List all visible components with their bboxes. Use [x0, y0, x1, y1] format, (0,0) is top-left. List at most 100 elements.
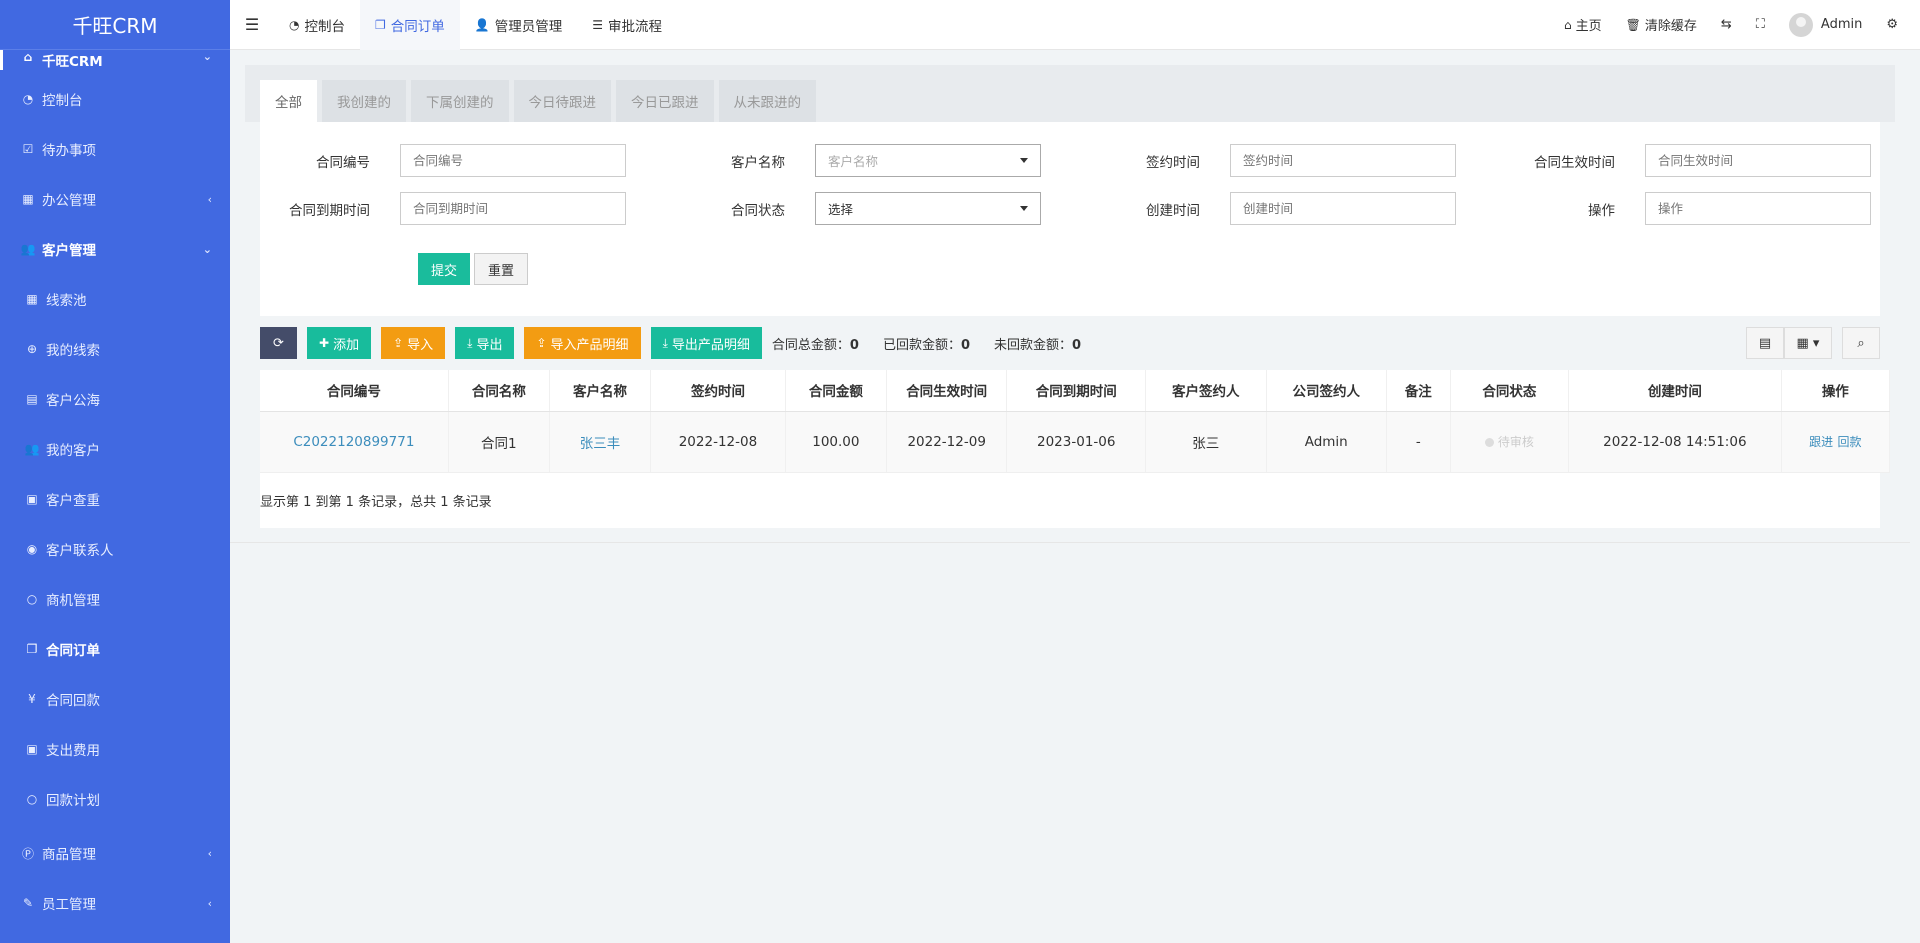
- remark-cell: -: [1386, 411, 1451, 473]
- users-icon: 👥: [20, 242, 36, 256]
- sidebar-item-products[interactable]: Ⓟ 商品管理 ‹: [0, 828, 230, 878]
- chevron-left-icon: ‹: [207, 896, 212, 910]
- sidebar-item-home[interactable]: ⌂ 千旺CRM ⌄: [0, 50, 230, 70]
- home-link[interactable]: ⌂ 主页: [1552, 0, 1614, 50]
- sidebar-item-todo[interactable]: ☑ 待办事项: [0, 124, 230, 174]
- sidebar-item-payments[interactable]: ¥ 合同回款: [0, 674, 230, 724]
- sidebar-item-my-customers[interactable]: 👥 我的客户: [0, 424, 230, 474]
- user-name: Admin: [1820, 17, 1863, 32]
- sidebar-item-payment-plan[interactable]: ○ 回款计划: [0, 774, 230, 824]
- app-logo[interactable]: 千旺CRM: [0, 0, 230, 50]
- filter-tab-subordinates[interactable]: 下属创建的: [411, 80, 509, 122]
- dashboard-icon: ◔: [22, 92, 34, 106]
- filter-tab-today-done[interactable]: 今日已跟进: [616, 80, 714, 122]
- import-button[interactable]: ⇪ 导入: [381, 327, 446, 359]
- column-header[interactable]: 合同状态: [1450, 370, 1570, 412]
- created-date-input[interactable]: [1230, 192, 1456, 225]
- export-products-button[interactable]: ⤓ 导出产品明细: [650, 327, 762, 359]
- reset-button[interactable]: 重置: [474, 253, 529, 285]
- list-icon: ☰: [592, 17, 603, 32]
- tab-approval-flow[interactable]: ☰ 审批流程: [577, 0, 677, 50]
- user-circle-icon: ◉: [26, 542, 38, 556]
- sidebar-item-dashboard[interactable]: ◔ 控制台: [0, 74, 230, 124]
- toggle-card-view-icon[interactable]: ▤: [1746, 327, 1784, 359]
- clear-cache-button[interactable]: 🗑 清除缓存: [1614, 0, 1709, 50]
- effective-date-cell: 2022-12-09: [886, 411, 1008, 473]
- sidebar-item-contacts[interactable]: ◉ 客户联系人: [0, 524, 230, 574]
- select-placeholder: 客户名称: [828, 154, 879, 169]
- column-header[interactable]: 合同金额: [785, 370, 887, 412]
- filter-tab-all[interactable]: 全部: [260, 80, 317, 122]
- yen-icon: ¥: [28, 692, 36, 706]
- tab-admin-mgmt[interactable]: 👤 管理员管理: [460, 0, 577, 50]
- refresh-icon: ⟳: [273, 335, 284, 351]
- language-icon[interactable]: ⇆: [1709, 0, 1744, 50]
- column-header[interactable]: 创建时间: [1568, 370, 1782, 412]
- column-header[interactable]: 合同到期时间: [1006, 370, 1147, 412]
- payment-link[interactable]: 回款: [1837, 435, 1861, 449]
- sidebar-item-label: 线索池: [46, 293, 87, 309]
- sidebar-item-public-pool[interactable]: ▤ 客户公海: [0, 374, 230, 424]
- sidebar-item-staff[interactable]: ✎ 员工管理 ‹: [0, 878, 230, 928]
- contract-status-select[interactable]: 选择: [815, 192, 1041, 225]
- sidebar-item-label: 支出费用: [46, 743, 100, 759]
- search-form: 合同编号 客户名称 客户名称 签约时间 合同生效时间 合同到期时间 合同状态 选…: [260, 122, 1880, 316]
- column-header[interactable]: 操作: [1781, 370, 1891, 412]
- tab-dashboard[interactable]: ◔ 控制台: [274, 0, 360, 50]
- sidebar-item-expenses[interactable]: ▣ 支出费用: [0, 724, 230, 774]
- sidebar-item-lead-pool[interactable]: ▦ 线索池: [0, 274, 230, 324]
- sidebar-menu: ⌂ 千旺CRM ⌄ ◔ 控制台 ☑ 待办事项 ▦ 办公管理 ‹ 👥 客户管理 ⌄…: [0, 50, 230, 928]
- field-label: 合同到期时间: [289, 202, 370, 219]
- column-header[interactable]: 公司签约人: [1266, 370, 1387, 412]
- column-header[interactable]: 签约时间: [650, 370, 786, 412]
- field-label: 操作: [1588, 202, 1615, 219]
- fullscreen-icon[interactable]: ⛶: [1744, 0, 1777, 50]
- field-created-date: 创建时间: [1090, 192, 1456, 225]
- column-header[interactable]: 合同编号: [260, 370, 449, 412]
- columns-dropdown-icon[interactable]: ▦ ▾: [1784, 327, 1832, 359]
- filter-tab-never-followed[interactable]: 从未跟进的: [718, 80, 816, 122]
- submit-button[interactable]: 提交: [418, 253, 471, 285]
- user-menu[interactable]: Admin: [1777, 0, 1874, 50]
- contract-no-input[interactable]: [400, 144, 626, 177]
- field-label: 合同编号: [316, 154, 370, 171]
- tab-contracts[interactable]: ❐ 合同订单: [359, 0, 460, 50]
- column-header[interactable]: 合同名称: [448, 370, 550, 412]
- sidebar-item-office[interactable]: ▦ 办公管理 ‹: [0, 174, 230, 224]
- refresh-button[interactable]: ⟳: [260, 327, 297, 359]
- sidebar-item-my-leads[interactable]: ⊕ 我的线索: [0, 324, 230, 374]
- follow-up-link[interactable]: 跟进: [1809, 435, 1833, 449]
- customer-name-select[interactable]: 客户名称: [815, 144, 1041, 177]
- operation-input[interactable]: [1645, 192, 1871, 225]
- column-header[interactable]: 客户名称: [549, 370, 652, 412]
- menu-toggle-icon[interactable]: ☰: [230, 0, 274, 50]
- settings-icon[interactable]: ⚙: [1874, 0, 1910, 50]
- sidebar-item-contracts[interactable]: ❐ 合同订单: [0, 624, 230, 674]
- search-icon[interactable]: ⌕: [1842, 327, 1880, 359]
- import-products-button[interactable]: ⇪ 导入产品明细: [524, 327, 641, 359]
- paid-amount-summary: 已回款金额：0: [883, 334, 970, 353]
- sidebar-item-dedup[interactable]: ▣ 客户查重: [0, 474, 230, 524]
- summary-label: 已回款金额：: [882, 337, 961, 353]
- sign-date-input[interactable]: [1230, 144, 1456, 177]
- sidebar-item-label: 商机管理: [46, 593, 100, 609]
- filter-tab-today-pending[interactable]: 今日待跟进: [513, 80, 611, 122]
- id-card-icon: ▣: [26, 492, 38, 506]
- customer-name-cell[interactable]: 张三丰: [549, 411, 652, 473]
- column-header[interactable]: 客户签约人: [1145, 370, 1267, 412]
- expiry-date-input[interactable]: [400, 192, 626, 225]
- dashboard-icon: ◔: [289, 17, 300, 32]
- sidebar-item-customer-mgmt[interactable]: 👥 客户管理 ⌄: [0, 224, 230, 274]
- contract-no-cell[interactable]: C2022120899771: [260, 411, 449, 473]
- export-button[interactable]: ⤓ 导出: [455, 327, 515, 359]
- export-label: 导出: [476, 337, 503, 353]
- add-button[interactable]: ✚ 添加: [307, 327, 372, 359]
- column-header[interactable]: 备注: [1386, 370, 1451, 412]
- effective-date-input[interactable]: [1645, 144, 1871, 177]
- filter-tab-mine[interactable]: 我创建的: [322, 80, 406, 122]
- calendar-check-icon: ☑: [22, 142, 34, 156]
- import-products-label: 导入产品明细: [550, 337, 629, 353]
- sidebar-item-opportunities[interactable]: ○ 商机管理: [0, 574, 230, 624]
- column-header[interactable]: 合同生效时间: [886, 370, 1008, 412]
- summary-value: 0: [960, 337, 971, 353]
